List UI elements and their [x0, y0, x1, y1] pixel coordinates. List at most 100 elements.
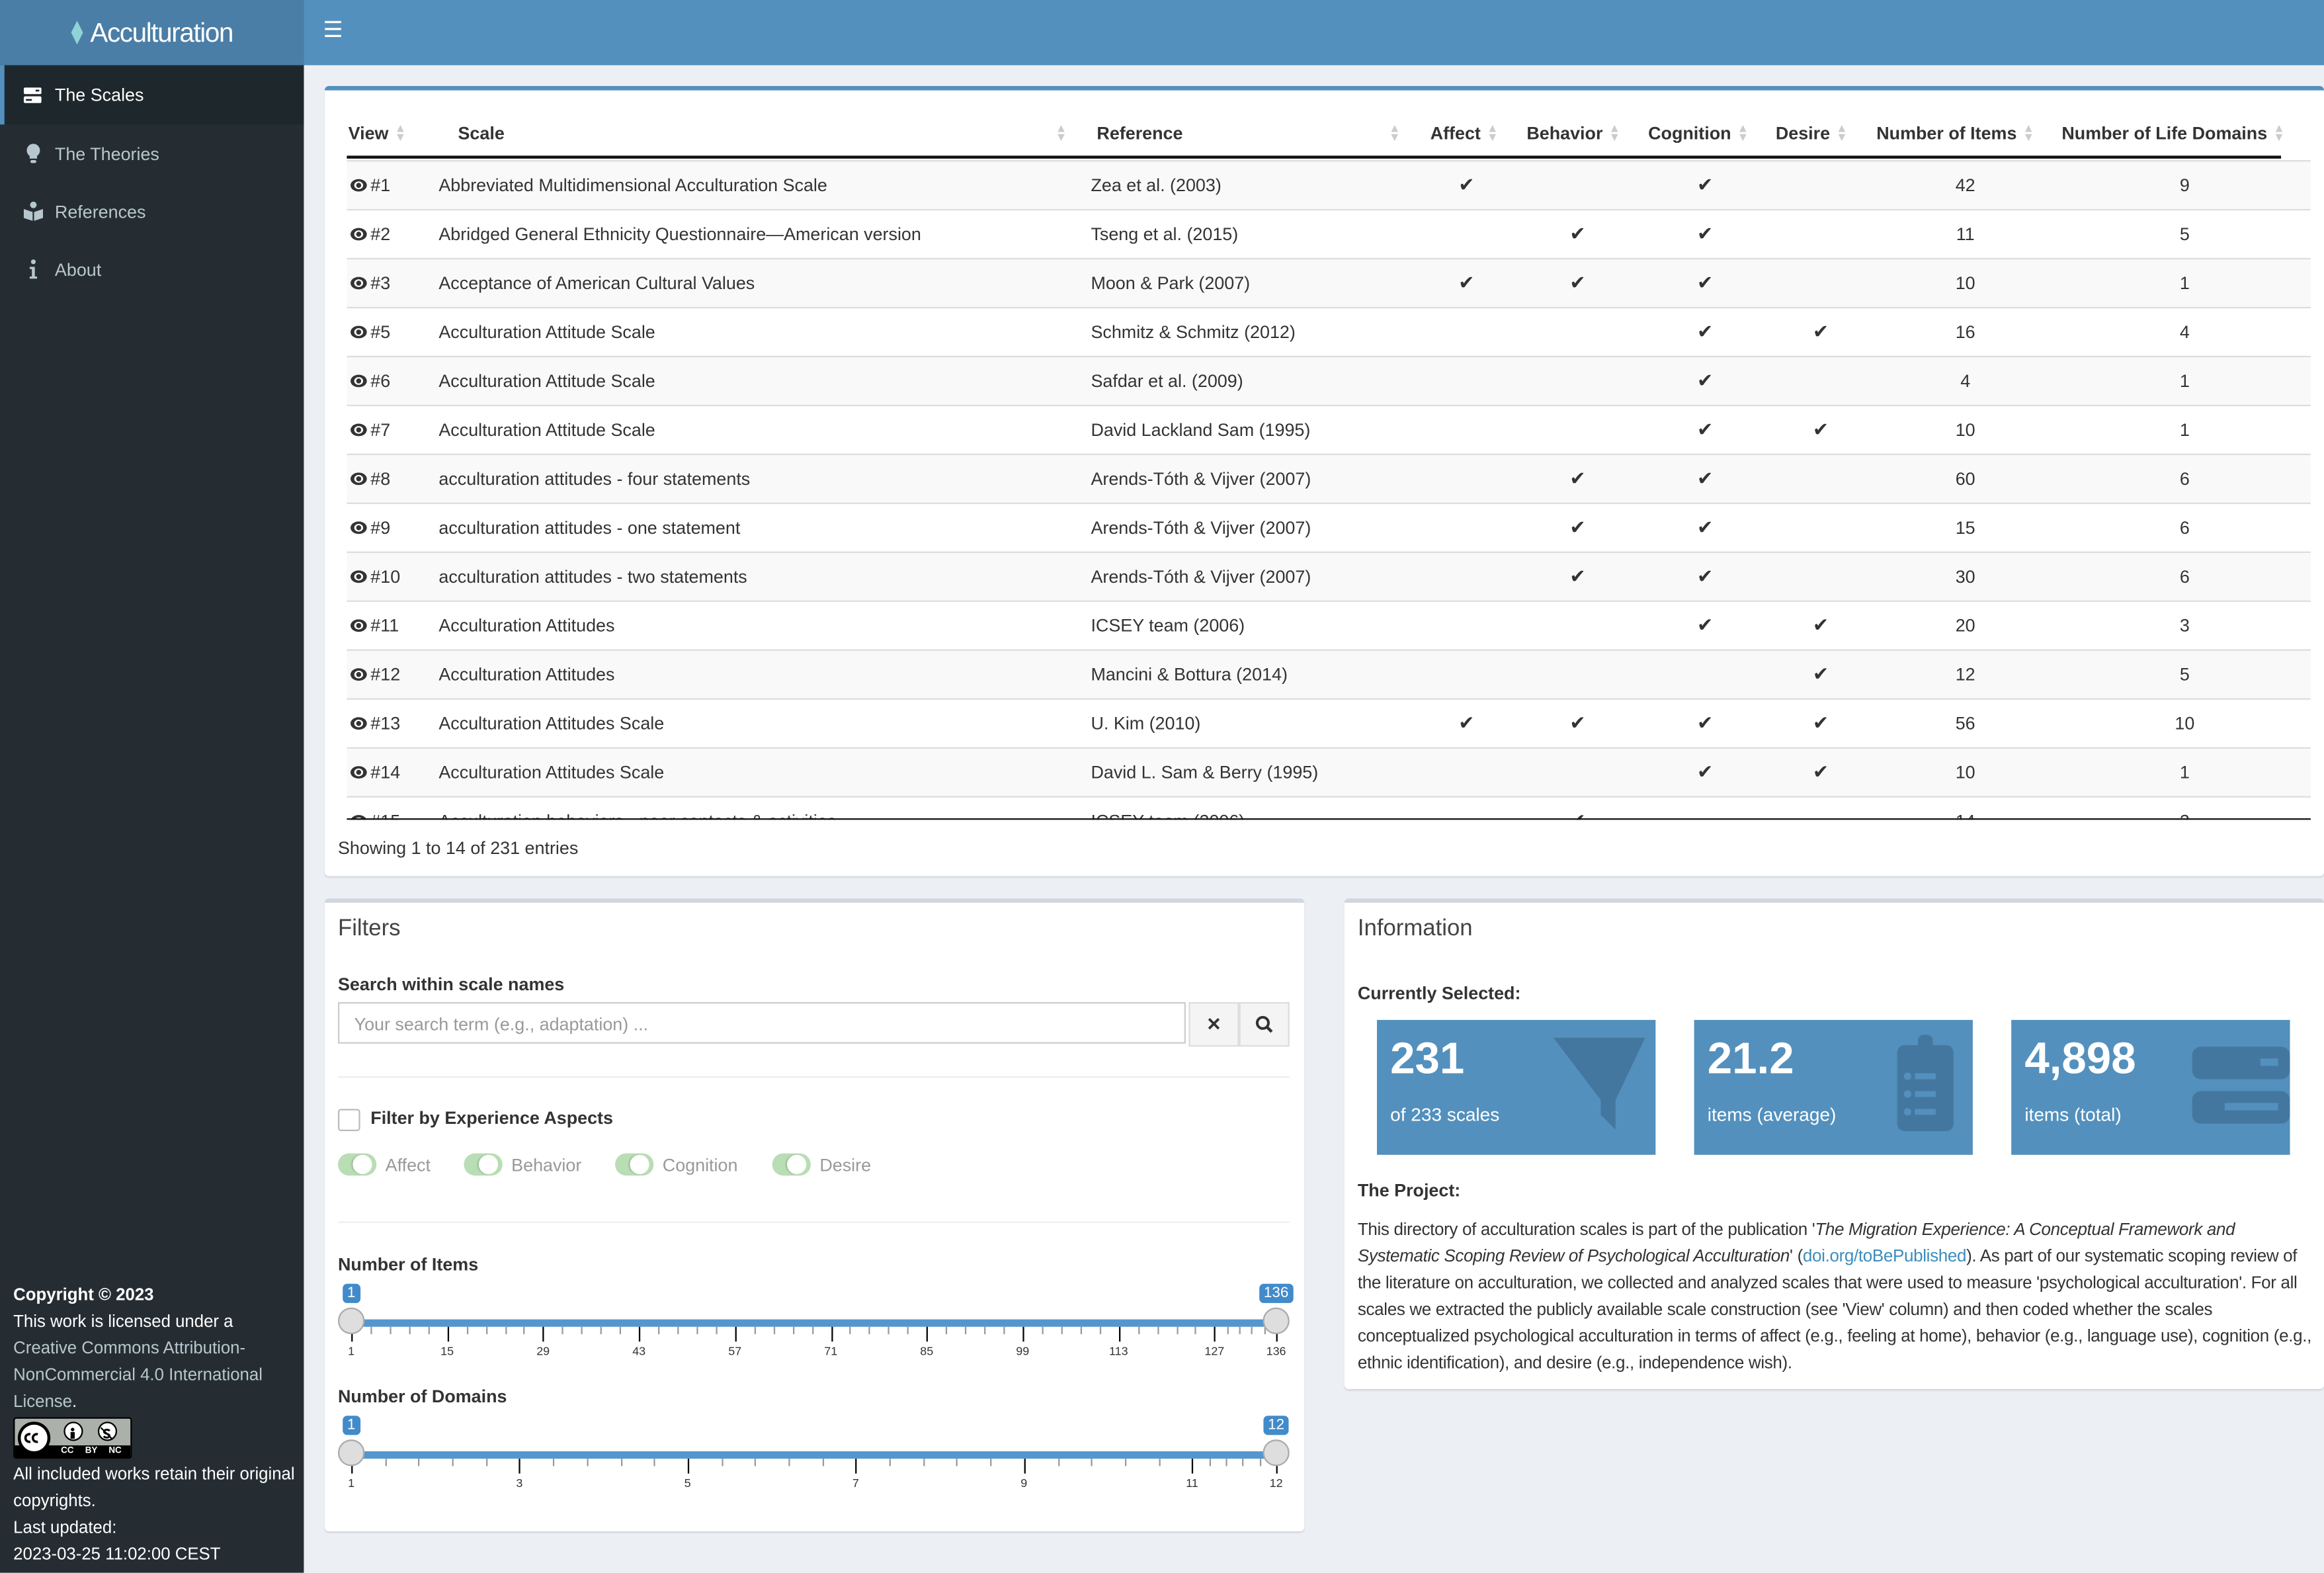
table-row[interactable]: #9 acculturation attitudes - one statemen… [347, 502, 2311, 552]
slider-selected-range [351, 1319, 1276, 1327]
items-range-slider[interactable]: 1 15 29 43 57 71 85 99 113 127 136 1 136 [337, 1283, 1294, 1368]
minor-tick [773, 1326, 775, 1334]
table-row[interactable]: #2 Abridged General Ethnicity Questionnai… [347, 208, 2311, 258]
view-link[interactable]: #12 [350, 651, 400, 699]
table-row[interactable]: #5 Acculturation Attitude Scale Schmitz & … [347, 306, 2311, 356]
toggle-desire[interactable]: Desire [772, 1153, 871, 1176]
column-header-view[interactable]: View ▲ ▼ [348, 122, 407, 144]
cc-by-nc-badge[interactable]: CC BY NC [13, 1417, 132, 1459]
domains-range-slider[interactable]: 1 3 5 7 9 11 12 1 12 [337, 1416, 1290, 1500]
license-link[interactable]: Creative Commons Attribution-NonCommerci… [13, 1340, 263, 1412]
cell-domains: 1 [2179, 370, 2190, 392]
toggle-cognition[interactable]: Cognition [615, 1153, 737, 1176]
table-row[interactable]: #8 acculturation attitudes - four stateme… [347, 453, 2311, 503]
view-link[interactable]: #14 [350, 749, 400, 796]
view-link[interactable]: #9 [350, 504, 390, 552]
reference: Zea et al. (2003) [1091, 175, 1222, 196]
license-period: . [72, 1393, 77, 1412]
doi-link[interactable]: doi.org/toBePublished [1803, 1247, 1967, 1266]
view-link[interactable]: #1 [350, 161, 390, 209]
sort-icon[interactable]: ▲ ▼ [1389, 122, 1401, 143]
toggle-switch[interactable] [337, 1153, 377, 1176]
sidebar-item-references[interactable]: References [0, 183, 304, 240]
column-header-desire[interactable]: Desire ▲ ▼ [1776, 122, 1848, 144]
reference: Arends-Tóth & Vijver (2007) [1091, 566, 1311, 587]
major-tick [1024, 1459, 1026, 1474]
view-link[interactable]: #13 [350, 700, 400, 747]
view-link[interactable]: #11 [350, 602, 399, 650]
sidebar-toggle-hamburger-icon[interactable]: ☰ [323, 19, 343, 42]
slider-handle-from[interactable] [337, 1439, 365, 1467]
check-icon-cognition: ✔ [1697, 760, 1714, 783]
sort-icon[interactable]: ▲ ▼ [1487, 122, 1499, 143]
column-header-affect[interactable]: Affect ▲ ▼ [1431, 122, 1499, 144]
view-link[interactable]: #2 [350, 210, 390, 258]
view-link[interactable]: #15 [350, 798, 400, 820]
toggle-switch[interactable] [772, 1153, 811, 1176]
items-slider-label: Number of Items [337, 1254, 479, 1275]
clear-search-button[interactable]: ✕ [1188, 1001, 1239, 1047]
column-header-cognition[interactable]: Cognition ▲ ▼ [1648, 122, 1749, 144]
sort-icon[interactable]: ▲ ▼ [1056, 122, 1067, 143]
column-header-scale[interactable]: Scale ▲ ▼ [458, 122, 1067, 144]
view-link[interactable]: #6 [350, 357, 390, 405]
sort-icon[interactable]: ▲ ▼ [394, 122, 406, 143]
slider-handle-to[interactable] [1263, 1307, 1290, 1334]
view-link[interactable]: #8 [350, 455, 390, 503]
sidebar-item-about[interactable]: About [0, 240, 304, 298]
toggle-behavior[interactable]: Behavior [464, 1153, 581, 1176]
sidebar-item-scales[interactable]: The Scales [0, 65, 304, 125]
table-row[interactable]: #6 Acculturation Attitude Scale Safdar et … [347, 355, 2311, 405]
view-link[interactable]: #3 [350, 259, 390, 307]
eye-icon [351, 570, 367, 583]
sort-icon[interactable]: ▲ ▼ [1836, 122, 1848, 143]
table-row[interactable]: #1 Abbreviated Multidimensional Accultura… [347, 160, 2311, 209]
cc-circle-icon [17, 1422, 51, 1455]
app-logo[interactable]: Acculturation [0, 0, 304, 65]
toggle-switch[interactable] [615, 1153, 654, 1176]
major-tick [735, 1326, 737, 1342]
check-icon-cognition: ✔ [1697, 173, 1714, 196]
minor-tick [869, 1326, 871, 1334]
column-header-label: View [348, 123, 389, 144]
view-link[interactable]: #5 [350, 308, 390, 356]
table-row[interactable]: #13 Acculturation Attitudes Scale U. Kim (… [347, 698, 2311, 747]
cell-domains: 6 [2179, 468, 2190, 489]
sort-icon[interactable]: ▲ ▼ [2022, 122, 2034, 143]
table-row[interactable]: #7 Acculturation Attitude Scale David Lack… [347, 404, 2311, 454]
slider-handle-from[interactable] [337, 1307, 365, 1334]
minor-tick [811, 1326, 813, 1334]
column-header-reference[interactable]: Reference ▲ ▼ [1097, 122, 1400, 144]
aspect-filter-checkbox[interactable] [337, 1109, 360, 1131]
sort-icon[interactable]: ▲ ▼ [1608, 122, 1620, 143]
toggle-switch[interactable] [464, 1153, 503, 1176]
sidebar-item-theories[interactable]: The Theories [0, 124, 304, 182]
search-input[interactable]: Your search term (e.g., adaptation) ... [337, 1001, 1186, 1044]
toggle-affect[interactable]: Affect [337, 1153, 431, 1176]
filter-icon [1553, 1037, 1645, 1130]
sort-icon[interactable]: ▲ ▼ [2273, 122, 2285, 143]
sidebar-footer: Copyright © 2023 This work is licensed u… [13, 1283, 295, 1569]
table-row[interactable]: #10 acculturation attitudes - two stateme… [347, 551, 2311, 601]
major-tick [1192, 1459, 1194, 1474]
column-header-domains[interactable]: Number of Life Domains ▲ ▼ [2061, 122, 2285, 144]
column-header-behavior[interactable]: Behavior ▲ ▼ [1526, 122, 1620, 144]
table-row[interactable]: #3 Acceptance of American Cultural Values… [347, 257, 2311, 307]
sort-icon[interactable]: ▲ ▼ [1737, 122, 1749, 143]
view-link[interactable]: #7 [350, 406, 390, 454]
minor-tick [390, 1326, 392, 1334]
value-box-number: 21.2 [1707, 1035, 1794, 1084]
slider-handle-to[interactable] [1263, 1439, 1290, 1467]
view-link[interactable]: #10 [350, 553, 400, 601]
check-icon-affect: ✔ [1458, 711, 1475, 734]
cell-items: 11 [1956, 224, 1975, 245]
table-body[interactable]: #1 Abbreviated Multidimensional Accultura… [347, 160, 2311, 820]
table-row[interactable]: #11 Acculturation Attitudes ICSEY team (20… [347, 600, 2311, 650]
table-row[interactable]: #14 Acculturation Attitudes Scale David L.… [347, 747, 2311, 796]
search-button[interactable] [1239, 1001, 1290, 1047]
sidebar-item-label: The Scales [54, 84, 144, 106]
table-row[interactable]: #12 Acculturation Attitudes Mancini & Bott… [347, 649, 2311, 699]
tick-label: 113 [1109, 1344, 1128, 1358]
column-header-items[interactable]: Number of Items ▲ ▼ [1876, 122, 2034, 144]
table-row[interactable]: #15 Acculturation behaviors - peer contac… [347, 796, 2311, 820]
